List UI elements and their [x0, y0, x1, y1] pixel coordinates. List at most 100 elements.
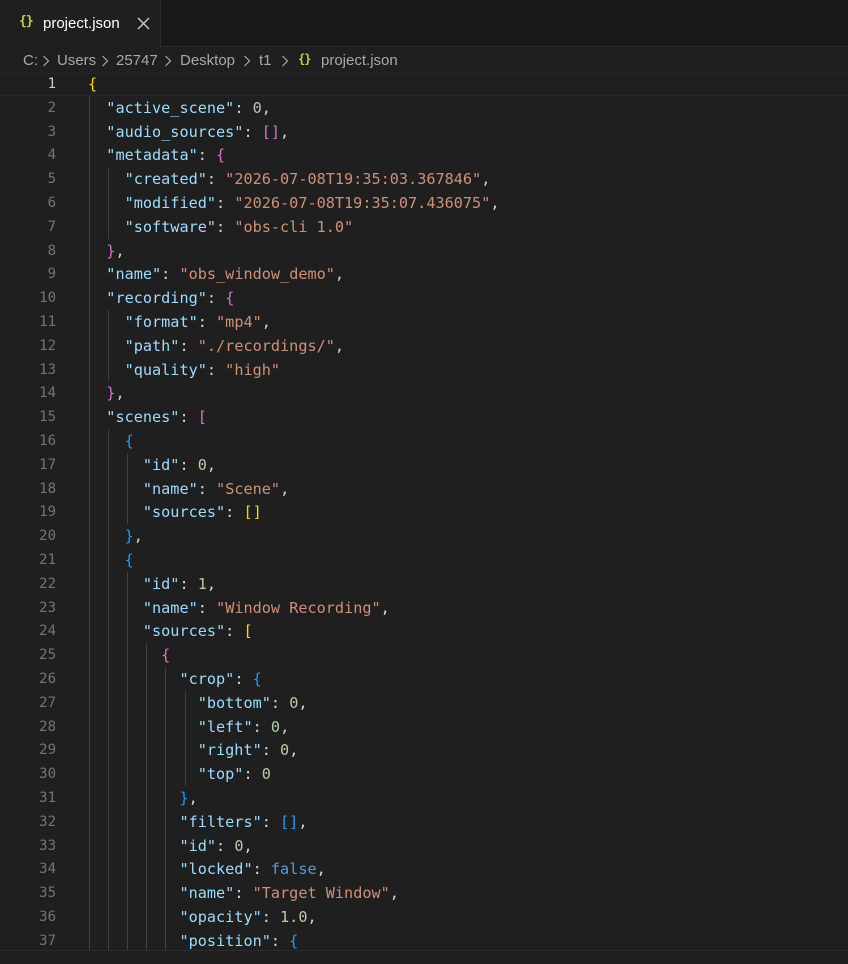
code-token: , — [334, 265, 345, 284]
code-line[interactable]: 3 "audio_sources": [], — [0, 120, 848, 144]
line-number: 3 — [47, 123, 56, 140]
breadcrumb-item-folder[interactable]: t1 — [259, 52, 272, 69]
code-line[interactable]: 1{ — [0, 72, 848, 96]
code-token: "Target Window" — [252, 884, 390, 903]
code-token: "name" — [179, 884, 235, 903]
code-editor[interactable]: 1{2 "active_scene": 0, 3 "audio_sources":… — [0, 72, 848, 953]
code-token: : — [179, 574, 198, 593]
code-line[interactable]: 24 "sources": [ — [0, 619, 848, 643]
code-line[interactable]: 20 }, — [0, 524, 848, 548]
code-token: : — [216, 217, 235, 236]
code-text: "quality": "high" — [88, 358, 280, 382]
code-line[interactable]: 34 "locked": false, — [0, 857, 848, 881]
code-line[interactable]: 19 "sources": [] — [0, 500, 848, 524]
code-line[interactable]: 27 "bottom": 0, — [0, 691, 848, 715]
code-line[interactable]: 17 "id": 0, — [0, 453, 848, 477]
code-line[interactable]: 21 { — [0, 548, 848, 572]
code-token: , — [115, 241, 125, 260]
close-icon[interactable] — [134, 11, 154, 35]
json-file-icon: {} — [19, 14, 34, 29]
code-line[interactable]: 15 "scenes": [ — [0, 405, 848, 429]
breadcrumb-item-file[interactable]: project.json — [321, 52, 398, 69]
code-token: { — [161, 646, 171, 665]
line-number: 13 — [39, 361, 56, 378]
line-number: 4 — [47, 147, 56, 164]
code-token: 0 — [197, 455, 207, 474]
tab-project-json[interactable]: {} project.json — [0, 0, 161, 47]
code-token: "sources" — [142, 503, 226, 522]
code-line[interactable]: 10 "recording": { — [0, 286, 848, 310]
breadcrumb-item-drive[interactable]: C: — [23, 52, 38, 69]
code-token: "locked" — [179, 860, 253, 879]
code-token: : — [179, 336, 198, 355]
line-number: 18 — [39, 480, 56, 497]
code-line[interactable]: 16 { — [0, 429, 848, 453]
code-line[interactable]: 12 "path": "./recordings/", — [0, 334, 848, 358]
line-number: 19 — [39, 504, 56, 521]
code-text: "locked": false, — [88, 857, 325, 881]
code-token: : — [252, 860, 271, 879]
code-line[interactable]: 9 "name": "obs_window_demo", — [0, 262, 848, 286]
code-line[interactable]: 28 "left": 0, — [0, 715, 848, 739]
breadcrumb-item-users[interactable]: Users — [57, 52, 96, 69]
code-line[interactable]: 5 "created": "2026-07-08T19:35:03.367846… — [0, 167, 848, 191]
code-line[interactable]: 22 "id": 1, — [0, 572, 848, 596]
code-line[interactable]: 11 "format": "mp4", — [0, 310, 848, 334]
code-line[interactable]: 26 "crop": { — [0, 667, 848, 691]
chevron-right-icon — [102, 55, 109, 67]
code-line[interactable]: 7 "software": "obs-cli 1.0" — [0, 215, 848, 239]
code-text: { — [88, 548, 134, 572]
code-line[interactable]: 13 "quality": "high" — [0, 358, 848, 382]
code-text: }, — [88, 381, 124, 405]
code-line[interactable]: 4 "metadata": { — [0, 143, 848, 167]
line-number: 16 — [39, 433, 56, 449]
code-token: "right" — [197, 741, 262, 760]
code-line[interactable]: 32 "filters": [], — [0, 810, 848, 834]
code-text: "id": 0, — [88, 834, 252, 858]
code-line[interactable]: 23 "name": "Window Recording", — [0, 596, 848, 620]
code-token: : — [206, 360, 226, 379]
code-line[interactable]: 25 { — [0, 643, 848, 667]
code-token: { — [124, 551, 134, 569]
code-token: } — [179, 789, 189, 807]
code-line[interactable]: 31 }, — [0, 786, 848, 810]
breadcrumb-item-desktop[interactable]: Desktop — [180, 52, 235, 69]
code-token: "Window Recording" — [216, 598, 381, 617]
code-line[interactable]: 14 }, — [0, 381, 848, 405]
code-token: 0 — [270, 717, 281, 736]
code-line[interactable]: 8 }, — [0, 239, 848, 263]
code-token: "opacity" — [179, 908, 262, 926]
code-line[interactable]: 30 "top": 0 — [0, 762, 848, 786]
code-line[interactable]: 35 "name": "Target Window", — [0, 881, 848, 905]
breadcrumb-item-user[interactable]: 25747 — [116, 52, 158, 69]
code-text: }, — [88, 239, 125, 263]
line-number: 25 — [39, 647, 56, 664]
code-token: "quality" — [124, 360, 207, 379]
code-token: "id" — [142, 455, 180, 474]
code-token: : — [261, 908, 281, 926]
code-text: "active_scene": 0, — [88, 96, 271, 120]
code-line[interactable]: 18 "name": "Scene", — [0, 477, 848, 501]
code-text: "scenes": [ — [88, 405, 207, 429]
horizontal-scrollbar[interactable] — [0, 950, 848, 964]
code-token: , — [206, 574, 217, 593]
code-line[interactable]: 36 "opacity": 1.0, — [0, 905, 848, 929]
code-text: "name": "Scene", — [88, 477, 289, 501]
chevron-right-icon — [165, 55, 172, 67]
code-line[interactable]: 33 "id": 0, — [0, 834, 848, 858]
code-token: "audio_sources" — [106, 122, 244, 141]
line-number: 5 — [47, 171, 56, 188]
code-line[interactable]: 29 "right": 0, — [0, 738, 848, 762]
code-line[interactable]: 6 "modified": "2026-07-08T19:35:07.43607… — [0, 191, 848, 215]
code-token: "active_scene" — [106, 98, 235, 117]
code-line[interactable]: 2 "active_scene": 0, — [0, 96, 848, 120]
